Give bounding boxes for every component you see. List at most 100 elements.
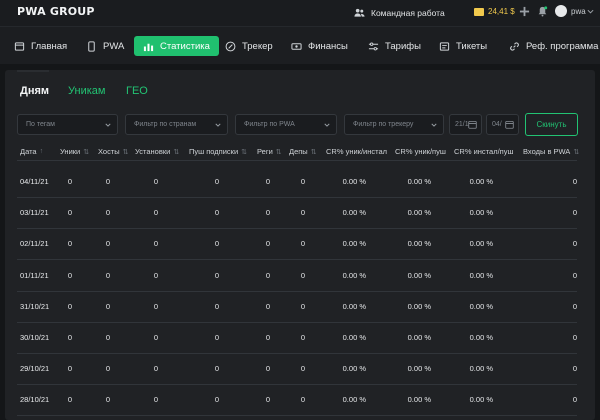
table-cell: 0	[300, 395, 305, 405]
table-cell: 0.00 %	[469, 177, 493, 186]
tab-by-days[interactable]: Дням	[20, 85, 49, 97]
table-cell: 0	[153, 177, 158, 186]
header-divider	[17, 160, 577, 161]
chart-icon	[143, 43, 154, 51]
row-divider	[17, 384, 577, 386]
table-cell: 0	[153, 364, 158, 374]
cell-date: 02/11/21	[20, 239, 49, 249]
balance-value: 24,41 $	[488, 7, 515, 16]
table-cell: 0	[67, 333, 72, 342]
team-work-button[interactable]: Командная работа	[354, 7, 445, 18]
top-bar: PWA GROUP Командная работа 24,41 $ pwa	[0, 0, 600, 26]
column-label: Пуш подписки	[189, 147, 239, 156]
nav-item-home[interactable]: Главная	[8, 36, 73, 56]
table-cell: 0	[265, 270, 270, 280]
table-cell: 0	[105, 208, 110, 218]
table-cell: 0	[214, 301, 219, 311]
row-divider	[17, 228, 577, 230]
table-cell: 0.00 %	[469, 301, 493, 311]
table-cell: 0.00 %	[407, 364, 431, 374]
column-header-deposits[interactable]: Депы ⇅	[289, 147, 317, 156]
sort-asc-icon: ↑	[39, 148, 44, 155]
nav-item-finance[interactable]: Финансы	[285, 36, 354, 56]
date-from-input[interactable]: 21/1	[449, 114, 482, 135]
table-cell: 0.00 %	[342, 177, 366, 186]
row-divider	[17, 197, 577, 198]
table-cell: 0	[572, 333, 577, 342]
plus-icon[interactable]	[519, 6, 530, 17]
filter-pwa[interactable]: Фильтр по PWA	[235, 114, 337, 135]
team-label: Командная работа	[371, 7, 445, 18]
nav-item-pwa[interactable]: PWA	[80, 36, 130, 56]
tracker-icon	[225, 41, 236, 51]
link-icon	[510, 41, 519, 51]
table-cell: 0	[67, 239, 72, 249]
date-to-input[interactable]: 04/	[486, 114, 519, 135]
table-cell: 0	[572, 270, 577, 280]
bell-icon[interactable]	[537, 6, 548, 17]
column-header-pwa-entries[interactable]: Входы в PWA ⇅	[523, 147, 579, 156]
nav-label: Тикеты	[456, 40, 488, 52]
table-cell: 0	[67, 395, 72, 405]
tab-indicator	[17, 70, 49, 72]
table-cell: 0.00 %	[407, 301, 431, 311]
username[interactable]: pwa	[571, 7, 586, 16]
tab-geo[interactable]: ГЕО	[126, 85, 148, 97]
column-label: Хосты	[98, 147, 120, 156]
finance-icon	[291, 42, 302, 50]
column-header-regs[interactable]: Реги ⇅	[257, 147, 282, 156]
filter-tracker[interactable]: Фильтр по трекеру	[344, 114, 444, 135]
nav-item-tickets[interactable]: Тикеты	[433, 36, 493, 56]
balance[interactable]: 24,41 $	[474, 7, 515, 16]
filter-tags-placeholder: По тегам	[26, 121, 55, 128]
nav-item-tariffs[interactable]: Тарифы	[362, 36, 427, 56]
column-header-cr-uniq-install[interactable]: CR% уник/инстал	[326, 147, 387, 156]
column-header-cr-uniq-push[interactable]: CR% уник/пуш	[395, 147, 446, 156]
ticket-icon	[439, 41, 450, 51]
table-cell: 0	[214, 395, 219, 405]
column-header-hosts[interactable]: Хосты ⇅	[98, 147, 129, 156]
table-cell: 0	[265, 177, 270, 186]
chevron-down-icon	[324, 123, 330, 127]
cell-date: 01/11/21	[20, 270, 49, 280]
column-header-push-subs[interactable]: Пуш подписки ⇅	[189, 147, 247, 156]
avatar[interactable]	[555, 5, 567, 17]
filter-countries[interactable]: Фильтр по странам	[125, 114, 228, 135]
table-cell: 0.00 %	[342, 364, 366, 374]
table-cell: 0	[265, 364, 270, 374]
cell-date: 29/10/21	[20, 364, 50, 374]
table-cell: 0.00 %	[407, 208, 431, 218]
row-divider	[17, 415, 577, 417]
table-cell: 0	[572, 301, 577, 311]
column-header-uniques[interactable]: Уники ⇅	[60, 147, 89, 156]
row-divider	[17, 259, 577, 261]
table-cell: 0	[67, 301, 72, 311]
table-cell: 0	[105, 364, 110, 374]
nav-item-statistics[interactable]: Статистика	[134, 36, 219, 56]
filter-tags[interactable]: По тегам	[17, 114, 118, 135]
table-cell: 0	[265, 333, 270, 342]
sort-icon: ⇅	[173, 148, 180, 156]
sort-icon: ⇅	[573, 148, 580, 156]
logo[interactable]: PWA GROUP	[17, 5, 95, 18]
table-cell: 0	[214, 177, 219, 186]
column-header-installs[interactable]: Установки ⇅	[135, 147, 179, 156]
nav-item-tracker[interactable]: Трекер	[219, 36, 279, 56]
reset-filters-button[interactable]: Скинуть	[525, 113, 578, 136]
table-cell: 0	[572, 239, 577, 249]
column-header-date[interactable]: Дата ↑	[20, 147, 43, 156]
table-cell: 0	[214, 270, 219, 280]
cell-date: 31/10/21	[20, 301, 50, 311]
column-header-cr-install-push[interactable]: CR% инстал/пуш	[454, 147, 513, 156]
tab-by-uniques[interactable]: Уникам	[68, 85, 105, 97]
chevron-down-icon[interactable]	[587, 8, 594, 15]
sort-icon: ⇅	[275, 148, 282, 156]
table-cell: 0	[214, 333, 219, 342]
table-cell: 0	[300, 239, 305, 249]
table-cell: 0.00 %	[469, 208, 493, 218]
nav-item-referral[interactable]: Реф. программа	[503, 36, 600, 56]
table-cell: 0	[67, 270, 72, 280]
column-label: Депы	[289, 147, 308, 156]
calendar-icon	[505, 120, 514, 129]
nav-label: Тарифы	[385, 40, 421, 52]
